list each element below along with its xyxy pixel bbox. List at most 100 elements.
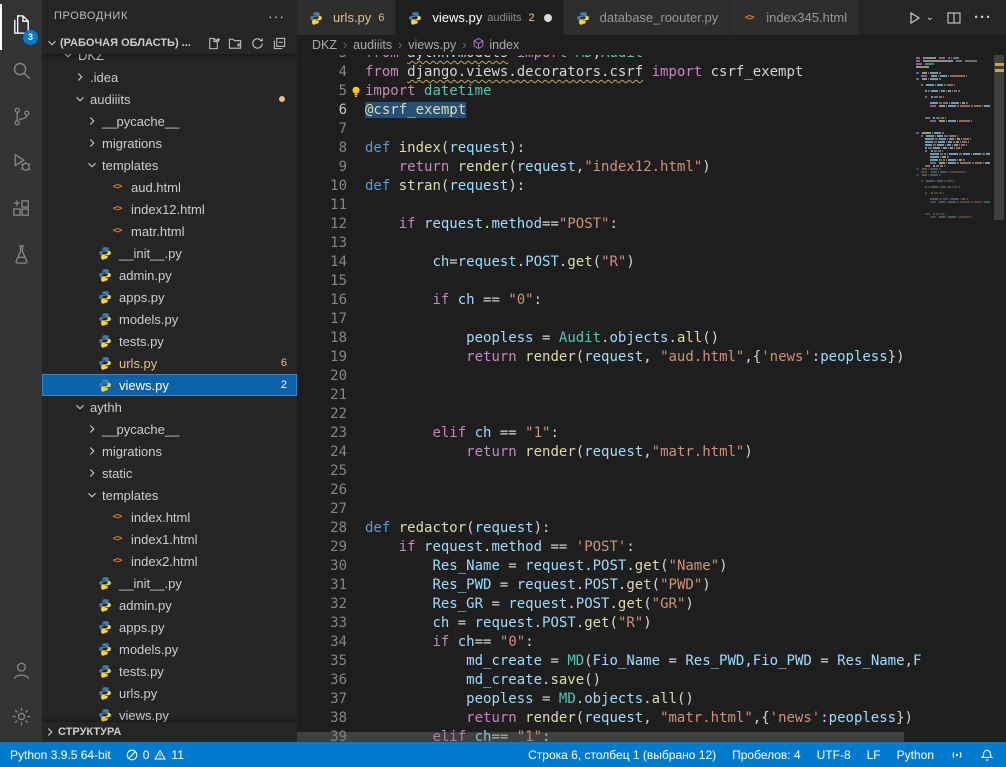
code-line-21[interactable]: 21	[297, 386, 916, 405]
lightbulb-icon[interactable]	[349, 85, 363, 99]
vertical-scrollbar-thumb[interactable]	[994, 55, 1004, 220]
tab-database_roouter.py[interactable]: database_roouter.py	[564, 0, 731, 35]
editor-more-actions-button[interactable]: ···	[974, 9, 992, 26]
code-line-26[interactable]: 26	[297, 481, 916, 500]
tree-file-index12.html[interactable]: <>index12.html	[42, 198, 297, 220]
horizontal-scrollbar[interactable]	[297, 732, 916, 742]
code-line-28[interactable]: 28def redactor(request):	[297, 519, 916, 538]
tree-folder-migrations[interactable]: migrations	[42, 440, 297, 462]
activity-account-button[interactable]	[0, 650, 42, 696]
code-line-34[interactable]: 34 if ch== "0":	[297, 633, 916, 652]
tab-urls.py[interactable]: urls.py6	[297, 0, 396, 35]
tab-views.py[interactable]: views.pyaudiiits2	[396, 0, 563, 35]
code-line-10[interactable]: 10def stran(request):	[297, 177, 916, 196]
code-line-12[interactable]: 12 if request.method=="POST":	[297, 215, 916, 234]
breadcrumb-item-audiiits[interactable]: audiiits	[353, 38, 392, 52]
tree-file-aud.html[interactable]: <>aud.html	[42, 176, 297, 198]
tree-folder-__pycache__[interactable]: __pycache__	[42, 418, 297, 440]
tree-file-admin.py[interactable]: admin.py	[42, 594, 297, 616]
language-mode-status[interactable]: Python	[897, 742, 934, 767]
tree-file-models.py[interactable]: models.py	[42, 638, 297, 660]
code-line-16[interactable]: 16 if ch == "0":	[297, 291, 916, 310]
code-line-8[interactable]: 8def index(request):	[297, 139, 916, 158]
code-line-31[interactable]: 31 Res_PWD = request.POST.get("PWD")	[297, 576, 916, 595]
code-line-22[interactable]: 22	[297, 405, 916, 424]
minimap[interactable]	[916, 57, 990, 228]
feedback-button[interactable]	[950, 742, 964, 767]
activity-explorer-button[interactable]: 3	[0, 4, 42, 50]
activity-search-button[interactable]	[0, 50, 42, 96]
breadcrumb-item-DKZ[interactable]: DKZ	[312, 38, 337, 52]
horizontal-scrollbar-thumb[interactable]	[297, 732, 904, 742]
run-icon[interactable]	[906, 10, 922, 26]
breadcrumb-item-index[interactable]: index	[472, 37, 519, 53]
code-line-27[interactable]: 27	[297, 500, 916, 519]
vertical-scrollbar[interactable]	[992, 55, 1006, 742]
indentation-status[interactable]: Пробелов: 4	[732, 742, 801, 767]
cursor-position-status[interactable]: Строка 6, столбец 1 (выбрано 12)	[528, 742, 716, 767]
tree-folder-__pycache__[interactable]: __pycache__	[42, 110, 297, 132]
tree-folder-templates[interactable]: templates	[42, 484, 297, 506]
tree-file-__init__.py[interactable]: __init__.py	[42, 572, 297, 594]
code-line-14[interactable]: 14 ch=request.POST.get("R")	[297, 253, 916, 272]
run-dropdown-icon[interactable]: ⌄	[926, 12, 934, 23]
refresh-icon[interactable]	[250, 36, 265, 51]
notifications-button[interactable]	[980, 742, 994, 767]
code-line-13[interactable]: 13	[297, 234, 916, 253]
code-line-6[interactable]: 6@csrf_exempt	[297, 101, 916, 120]
tree-file-views.py[interactable]: views.py	[42, 704, 297, 722]
code-line-29[interactable]: 29 if request.method == 'POST':	[297, 538, 916, 557]
activity-run-debug-button[interactable]	[0, 142, 42, 188]
code-line-5[interactable]: 5import datetime	[297, 82, 916, 101]
code-line-9[interactable]: 9 return render(request,"index12.html")	[297, 158, 916, 177]
tree-folder-migrations[interactable]: migrations	[42, 132, 297, 154]
activity-extensions-button[interactable]	[0, 188, 42, 234]
dirty-indicator-icon[interactable]	[544, 14, 552, 22]
activity-settings-button[interactable]	[0, 696, 42, 742]
code-line-17[interactable]: 17	[297, 310, 916, 329]
code-line-23[interactable]: 23 elif ch == "1":	[297, 424, 916, 443]
code-line-25[interactable]: 25	[297, 462, 916, 481]
split-editor-icon[interactable]	[946, 10, 962, 26]
tree-file-__init__.py[interactable]: __init__.py	[42, 242, 297, 264]
tree-file-urls.py[interactable]: urls.py6	[42, 352, 297, 374]
code-line-4[interactable]: 4from django.views.decorators.csrf impor…	[297, 63, 916, 82]
activity-source-control-button[interactable]	[0, 96, 42, 142]
code-line-30[interactable]: 30 Res_Name = request.POST.get("Name")	[297, 557, 916, 576]
code-line-35[interactable]: 35 md_create = MD(Fio_Name = Res_PWD,Fio…	[297, 652, 916, 671]
sidebar-more-actions-button[interactable]: ···	[268, 8, 285, 24]
tree-folder-static[interactable]: static	[42, 462, 297, 484]
tree-folder-.idea[interactable]: .idea	[42, 66, 297, 88]
code-line-3[interactable]: 3from aythh.models import MD,Audit	[297, 55, 916, 63]
collapse-all-icon[interactable]	[272, 36, 287, 51]
problems-status[interactable]: 0 11	[125, 742, 184, 767]
code-line-15[interactable]: 15	[297, 272, 916, 291]
code-line-33[interactable]: 33 ch = request.POST.get("R")	[297, 614, 916, 633]
code-line-7[interactable]: 7	[297, 120, 916, 139]
code-line-11[interactable]: 11	[297, 196, 916, 215]
outline-section-header[interactable]: СТРУКТУРА	[42, 722, 297, 742]
tree-file-admin.py[interactable]: admin.py	[42, 264, 297, 286]
encoding-status[interactable]: UTF-8	[817, 742, 851, 767]
tree-file-apps.py[interactable]: apps.py	[42, 286, 297, 308]
eol-status[interactable]: LF	[867, 742, 881, 767]
new-file-icon[interactable]	[206, 36, 221, 51]
tree-file-index.html[interactable]: <>index.html	[42, 506, 297, 528]
tree-file-matr.html[interactable]: <>matr.html	[42, 220, 297, 242]
tree-file-apps.py[interactable]: apps.py	[42, 616, 297, 638]
code-line-38[interactable]: 38 return render(request, "matr.html",{'…	[297, 709, 916, 728]
tree-file-tests.py[interactable]: tests.py	[42, 330, 297, 352]
workspace-section-header[interactable]: (РАБОЧАЯ ОБЛАСТЬ) ...	[42, 32, 297, 54]
breadcrumb-item-views.py[interactable]: views.py	[408, 38, 456, 52]
tree-file-views.py[interactable]: views.py2	[42, 374, 297, 396]
code-line-36[interactable]: 36 md_create.save()	[297, 671, 916, 690]
tree-folder-templates[interactable]: templates	[42, 154, 297, 176]
tree-folder-DKZ[interactable]: DKZ	[42, 54, 297, 66]
tree-file-index1.html[interactable]: <>index1.html	[42, 528, 297, 550]
tree-file-tests.py[interactable]: tests.py	[42, 660, 297, 682]
tree-file-index2.html[interactable]: <>index2.html	[42, 550, 297, 572]
code-line-20[interactable]: 20	[297, 367, 916, 386]
tree-file-urls.py[interactable]: urls.py	[42, 682, 297, 704]
code-line-24[interactable]: 24 return render(request,"matr.html")	[297, 443, 916, 462]
tab-index345.html[interactable]: <>index345.html	[730, 0, 859, 35]
